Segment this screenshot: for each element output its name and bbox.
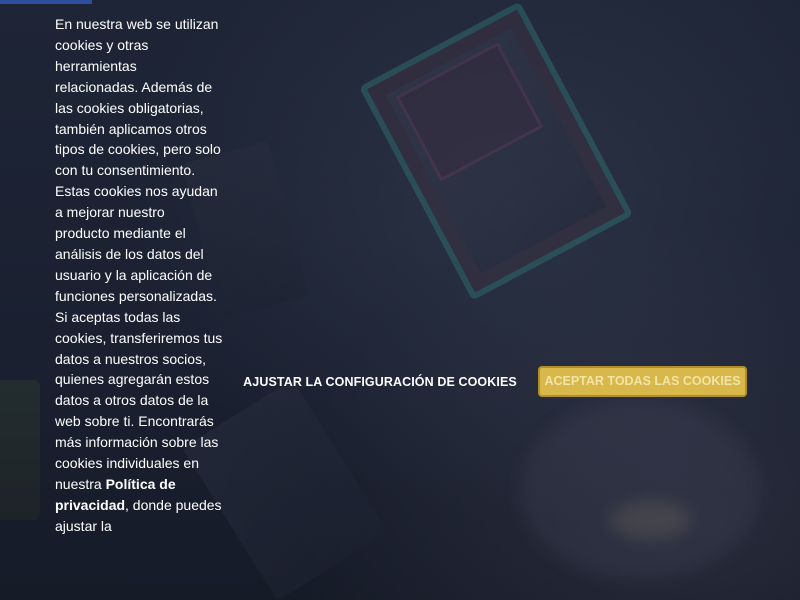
cookie-notice-text: En nuestra web se utilizan cookies y otr… <box>55 14 223 537</box>
accept-all-cookies-button[interactable]: ACEPTAR TODAS LAS COOKIES <box>538 366 747 397</box>
background-card-image <box>0 380 40 520</box>
adjust-cookie-settings-button[interactable]: AJUSTAR LA CONFIGURACIÓN DE COOKIES <box>240 368 520 396</box>
cookie-notice-body: En nuestra web se utilizan cookies y otr… <box>55 16 223 492</box>
background-card-image <box>358 1 634 301</box>
background-card-art <box>395 42 544 182</box>
header-accent-bar <box>0 0 92 4</box>
background-glow <box>520 400 760 580</box>
background-glow <box>610 500 690 540</box>
